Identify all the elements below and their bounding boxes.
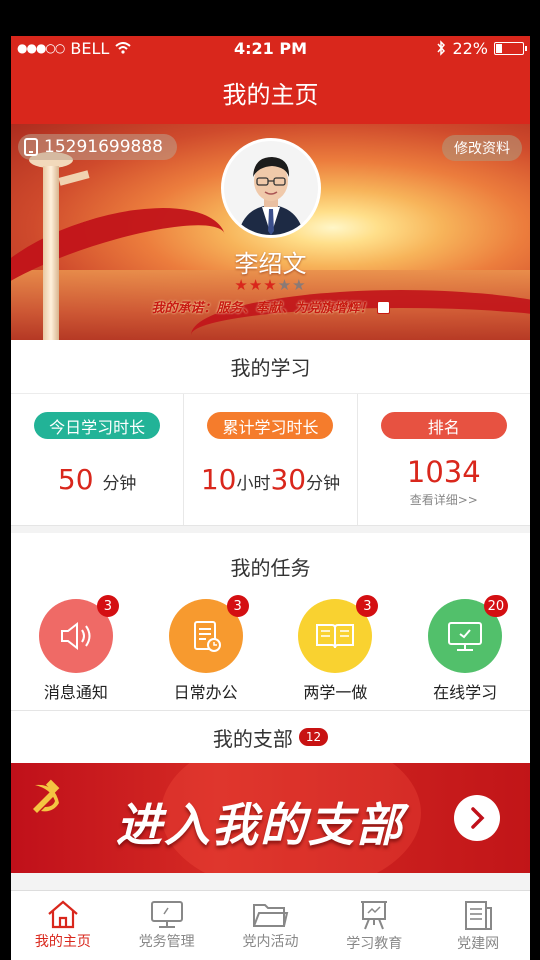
news-icon [465,901,493,930]
app-screen: ●●●○○ BELL 4:21 PM 22% 我的主页 15291699888 … [11,36,530,960]
pledge-line: 我的承诺：服务、奉献、为党旗增辉！ [11,297,530,316]
enter-branch-arrow-button[interactable] [454,795,500,841]
today-study-label: 今日学习时长 [34,412,161,439]
online-learning-badge: 20 [483,595,509,617]
document-clock-icon [193,621,221,652]
monitor-icon [448,622,483,651]
two-studies-badge: 3 [356,595,379,617]
monitor-icon [150,901,183,928]
rank-label: 排名 [380,412,507,439]
enter-branch-banner[interactable]: 进入我的支部 [11,763,530,873]
task-online-learning[interactable]: 20 在线学习 [400,595,530,710]
tab-study-education[interactable]: 学习教育 [322,891,426,960]
open-book-icon [316,624,355,649]
page-title: 我的主页 [222,80,319,109]
rating-stars: ★★★★★ [11,276,530,294]
branch-section-title: 我的支部 12 [11,711,530,763]
study-stats: 今日学习时长 50 分钟 累计学习时长 10小时30分钟 排名 1034 查看详… [11,394,530,526]
rank-cell[interactable]: 排名 1034 查看详细>> [358,394,530,525]
tab-label: 学习教育 [346,936,403,952]
task-notifications[interactable]: 3 消息通知 [11,595,141,710]
star-empty-icon: ★ [292,276,307,294]
bottom-tab-bar: 我的主页 党务管理 党内活动 学习教育 党建网 [11,890,530,960]
star-empty-icon: ★ [277,276,293,294]
avatar-portrait [224,141,318,235]
study-section-title: 我的学习 [11,340,530,394]
rank-value: 1034 [406,455,481,489]
edit-profile-button[interactable]: 修改资料 [442,135,522,161]
star-filled-icon: ★ [248,276,264,294]
chevron-right-icon [471,807,485,829]
task-daily-office[interactable]: 3 日常办公 [141,595,271,710]
online-learning-circle: 20 [428,595,509,673]
total-hours: 10 [200,463,237,496]
edit-pledge-icon[interactable] [376,301,390,314]
user-name: 李绍文 [234,250,307,278]
banner-title: 进入我的支部 [116,798,404,852]
task-label: 两学一做 [303,683,368,702]
task-label: 消息通知 [43,683,108,702]
notification-circle: 3 [38,595,119,673]
tasks-grid: 3 消息通知 3 日常办公 3 两学一做 20 在线学习 [11,595,530,711]
minute-unit-2: 分钟 [306,474,341,494]
daily-office-circle: 3 [168,595,249,673]
daily-office-badge: 3 [226,595,249,617]
pledge-text: 我的承诺：服务、奉献、为党旗增辉！ [151,301,373,316]
tab-party-affairs[interactable]: 党务管理 [115,891,219,960]
avatar[interactable] [221,138,321,238]
task-label: 日常办公 [173,683,238,702]
phone-number-pill: 15291699888 [18,134,177,160]
total-study-value: 10小时30分钟 [201,463,340,496]
tab-label: 我的主页 [34,934,91,950]
notification-badge: 3 [96,595,119,617]
tab-label: 党务管理 [138,934,195,950]
profile-hero: 15291699888 修改资料 李绍文 ★★★★★ 我的承诺：服务、奉献、为党… [11,124,530,340]
star-filled-icon: ★ [234,276,249,294]
status-bar: ●●●○○ BELL 4:21 PM 22% [11,36,530,60]
battery-fill [496,43,503,53]
tasks-title-text: 我的任务 [230,555,311,580]
phone-number: 15291699888 [44,137,163,157]
speaker-icon [60,621,91,651]
minute-unit: 分钟 [102,474,137,494]
battery-icon [494,41,527,55]
task-label: 在线学习 [433,683,498,702]
nav-bar: 我的主页 [11,60,530,124]
easel-icon [361,901,388,930]
rank-detail-link[interactable]: 查看详细>> [410,491,478,508]
branch-title-text: 我的支部 [212,726,293,751]
tab-label: 党建网 [457,936,500,952]
two-studies-circle: 3 [298,595,379,673]
today-study-cell[interactable]: 今日学习时长 50 分钟 [11,394,185,525]
status-time: 4:21 PM [233,38,307,58]
task-two-studies[interactable]: 3 两学一做 [271,595,401,710]
total-study-cell[interactable]: 累计学习时长 10小时30分钟 [184,394,358,525]
tab-home[interactable]: 我的主页 [11,891,115,960]
tab-label: 党内活动 [242,934,299,950]
branch-count-badge: 12 [298,728,329,746]
today-study-value: 50 分钟 [58,463,137,496]
hour-unit: 小时 [236,474,271,494]
star-filled-icon: ★ [263,276,278,294]
tasks-section-title: 我的任务 [11,533,530,599]
hammer-sickle-icon [33,779,60,813]
total-minutes: 30 [270,463,307,496]
home-icon [48,900,78,929]
folder-icon [253,904,289,927]
total-study-label: 累计学习时长 [207,412,334,439]
tab-party-activities[interactable]: 党内活动 [219,891,323,960]
today-minutes: 50 [57,463,94,496]
study-title-text: 我的学习 [230,356,311,380]
tab-party-web[interactable]: 党建网 [426,891,530,960]
mobile-phone-icon [24,138,38,156]
